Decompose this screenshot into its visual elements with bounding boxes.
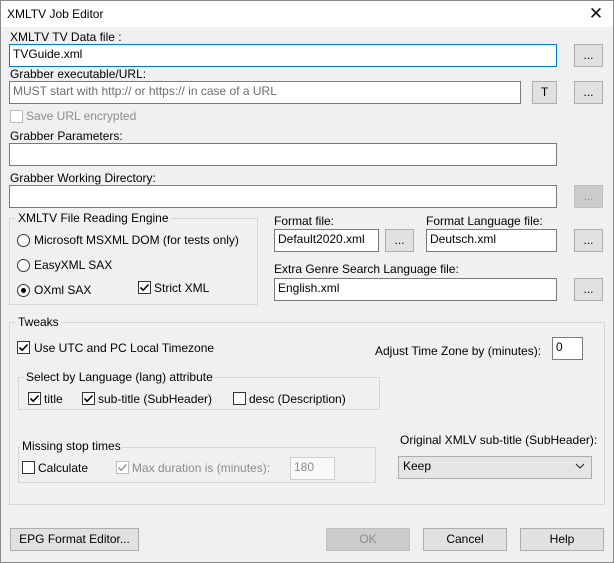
format-lang-input[interactable]: Deutsch.xml	[426, 229, 557, 252]
lang-desc-label: desc (Description)	[249, 392, 346, 406]
format-lang-label: Format Language file:	[426, 214, 543, 228]
ok-button[interactable]: OK	[326, 528, 410, 551]
radio-selected-dot	[21, 288, 26, 293]
grabber-dir-browse-button[interactable]: ...	[574, 185, 603, 208]
orig-subtitle-label: Original XMLV sub-title (SubHeader):	[400, 433, 598, 447]
epg-format-editor-label: EPG Format Editor...	[19, 532, 130, 546]
check-icon	[139, 283, 150, 292]
engine-radio-msxml[interactable]	[17, 234, 30, 247]
engine-group-title: XMLTV File Reading Engine	[16, 211, 171, 225]
genre-lang-browse-button[interactable]: ...	[574, 278, 603, 301]
grabber-t-button[interactable]: T	[532, 81, 557, 104]
calculate-checkbox[interactable]	[22, 461, 35, 474]
grabber-input[interactable]: MUST start with http:// or https:// in c…	[9, 81, 521, 104]
strict-xml-checkbox[interactable]	[138, 281, 151, 294]
strict-xml-label: Strict XML	[154, 281, 210, 295]
missing-stop-group-title: Missing stop times	[20, 439, 123, 453]
adjust-tz-label: Adjust Time Zone by (minutes):	[375, 344, 542, 358]
engine-option-oxml-label: OXml SAX	[34, 283, 92, 297]
max-duration-input[interactable]: 180	[290, 457, 335, 480]
data-file-browse-button[interactable]: ...	[574, 44, 603, 67]
grabber-label: Grabber executable/URL:	[10, 67, 147, 81]
grabber-dir-label: Grabber Working Directory:	[10, 171, 156, 185]
cancel-button-label: Cancel	[446, 532, 484, 546]
engine-radio-oxml[interactable]	[17, 284, 30, 297]
engine-option-easyxml-label: EasyXML SAX	[34, 258, 113, 272]
title-bar: XMLTV Job Editor ✕	[1, 1, 613, 27]
orig-subtitle-value: Keep	[403, 459, 432, 473]
tweaks-group-title: Tweaks	[16, 315, 61, 329]
orig-subtitle-select[interactable]: Keep	[398, 456, 592, 479]
check-icon	[18, 343, 29, 352]
max-duration-checkbox[interactable]	[116, 461, 129, 474]
grabber-params-label: Grabber Parameters:	[10, 129, 123, 143]
format-file-label: Format file:	[274, 214, 335, 228]
format-file-input[interactable]: Default2020.xml	[274, 229, 379, 252]
check-icon	[29, 394, 40, 403]
check-icon	[83, 394, 94, 403]
grabber-dir-input[interactable]	[9, 185, 557, 208]
data-file-input[interactable]: TVGuide.xml	[9, 44, 557, 67]
format-lang-browse-button[interactable]: ...	[574, 229, 603, 252]
engine-radio-easyxml[interactable]	[17, 259, 30, 272]
genre-lang-input[interactable]: English.xml	[274, 278, 557, 301]
save-url-encrypted-checkbox[interactable]	[10, 110, 23, 123]
max-duration-label: Max duration is (minutes):	[132, 461, 271, 475]
lang-attr-group-title: Select by Language (lang) attribute	[24, 370, 215, 384]
help-button[interactable]: Help	[520, 528, 604, 551]
save-url-encrypted-label: Save URL encrypted	[26, 109, 137, 123]
cancel-button[interactable]: Cancel	[423, 528, 507, 551]
lang-subtitle-checkbox[interactable]	[82, 392, 95, 405]
grabber-params-input[interactable]	[9, 143, 557, 166]
format-file-browse-button[interactable]: ...	[385, 229, 414, 252]
use-utc-checkbox[interactable]	[17, 341, 30, 354]
use-utc-label: Use UTC and PC Local Timezone	[34, 341, 215, 355]
genre-lang-label: Extra Genre Search Language file:	[274, 262, 459, 276]
epg-format-editor-button[interactable]: EPG Format Editor...	[10, 528, 139, 551]
help-button-label: Help	[549, 532, 575, 546]
chevron-down-icon	[575, 463, 585, 469]
adjust-tz-input[interactable]: 0	[552, 337, 583, 360]
check-icon	[117, 463, 128, 472]
job-editor-window: XMLTV Job Editor ✕ XMLTV TV Data file : …	[0, 0, 614, 563]
data-file-label: XMLTV TV Data file :	[10, 30, 122, 44]
grabber-browse-button[interactable]: ...	[574, 81, 603, 104]
calculate-label: Calculate	[38, 461, 89, 475]
close-icon[interactable]: ✕	[581, 3, 611, 25]
lang-subtitle-label: sub-title (SubHeader)	[98, 392, 213, 406]
lang-title-checkbox[interactable]	[28, 392, 41, 405]
ok-button-label: OK	[359, 532, 377, 546]
lang-desc-checkbox[interactable]	[233, 392, 246, 405]
engine-option-msxml-label: Microsoft MSXML DOM (for tests only)	[34, 233, 239, 247]
window-title: XMLTV Job Editor	[7, 7, 104, 21]
lang-title-label: title	[44, 392, 63, 406]
